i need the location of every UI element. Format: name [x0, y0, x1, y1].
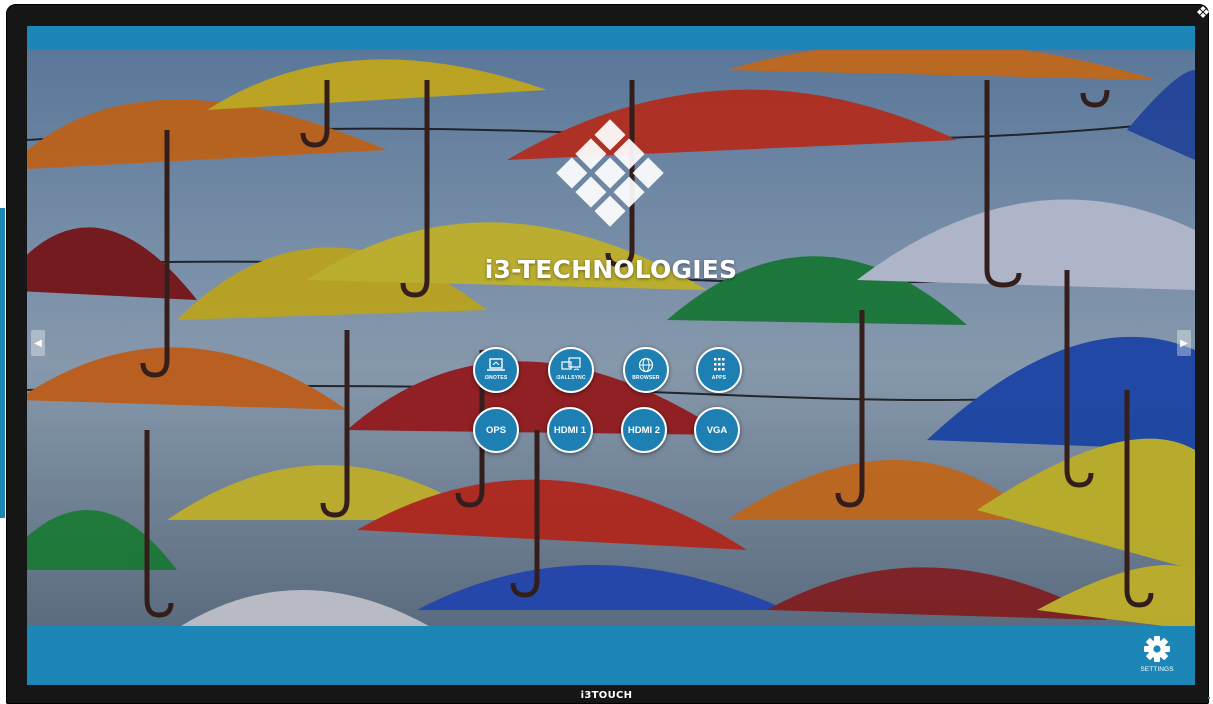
globe-icon	[638, 357, 654, 373]
browser-label: BROWSER	[632, 375, 660, 381]
grid-icon	[714, 358, 725, 371]
source-vga-label: VGA	[706, 424, 728, 436]
source-hdmi2-button[interactable]: HDMI 2	[621, 407, 667, 453]
source-hdmi2-label: HDMI 2	[627, 424, 661, 436]
i3notes-label: i3NOTES	[484, 375, 508, 381]
source-ops-label: OPS	[485, 424, 507, 436]
left-page-arrow[interactable]: ◀	[31, 330, 45, 356]
screen-share-icon	[561, 357, 581, 371]
settings-button[interactable]: SETTINGS	[1139, 635, 1175, 677]
power-indicator	[1208, 697, 1210, 699]
browser-button[interactable]: BROWSER	[623, 347, 669, 393]
source-hdmi1-button[interactable]: HDMI 1	[547, 407, 593, 453]
brand-title: i3-TECHNOLOGIES	[484, 255, 738, 284]
right-page-arrow[interactable]: ▶	[1177, 330, 1191, 356]
source-ops-button[interactable]: OPS	[473, 407, 519, 453]
source-hdmi1-label: HDMI 1	[553, 424, 587, 436]
device-brand-label: i3TOUCH	[580, 690, 633, 701]
i3-corner-logo-icon	[1197, 6, 1209, 18]
i3allsync-button[interactable]: i3ALLSYNC	[548, 347, 594, 393]
laptop-icon	[487, 358, 505, 371]
apps-button[interactable]: APPS	[696, 347, 742, 393]
settings-label: SETTINGS	[1140, 666, 1174, 673]
i3notes-button[interactable]: i3NOTES	[473, 347, 519, 393]
apps-label: APPS	[711, 375, 727, 381]
left-edge-strip	[0, 208, 5, 518]
gear-icon	[1144, 636, 1170, 662]
i3allsync-label: i3ALLSYNC	[556, 375, 586, 381]
bottom-bar	[27, 626, 1195, 685]
i3-logo-icon	[556, 119, 664, 227]
source-vga-button[interactable]: VGA	[694, 407, 740, 453]
home-screen: ◀ ▶ i3-TECHNOLOGIES i3NOTES i3ALLSYNC BR…	[27, 26, 1195, 685]
top-bar	[27, 26, 1195, 50]
